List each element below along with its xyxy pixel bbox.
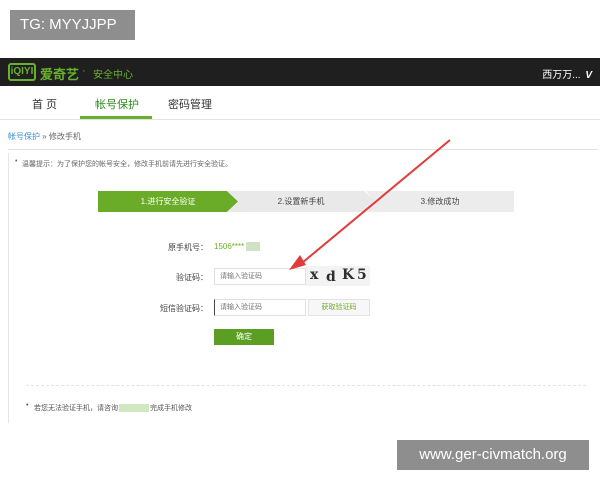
captcha-char-3: K [342, 267, 355, 283]
step-1-active: 1.进行安全验证 [98, 191, 238, 212]
warm-tip: 温馨提示：为了保护您的帐号安全，修改手机前请先进行安全验证。 [15, 158, 232, 169]
phone-mask-blur [246, 242, 261, 252]
iqiyi-logo-icon[interactable]: iQIYI [8, 63, 36, 81]
progress-steps: 3.修改成功 2.设置新手机 1.进行安全验证 [98, 191, 514, 212]
original-phone-value: 1506**** [214, 242, 261, 252]
breadcrumb-separator: » [42, 132, 47, 141]
sms-code-label: 短信验证码： [160, 304, 208, 313]
help-note: 若您无法验证手机，请咨询 完成手机修改 [26, 402, 192, 413]
captcha-char-1: x [310, 267, 319, 283]
nav-item-password-management[interactable]: 密码管理 [168, 96, 212, 112]
watermark-bottom: www.ger-civmatch.org [397, 440, 589, 470]
confirm-button[interactable]: 确定 [214, 329, 274, 345]
main-nav: 首 页 帐号保护 密码管理 [0, 86, 600, 120]
get-sms-code-button[interactable]: 获取验证码 [308, 299, 370, 316]
step-2: 2.设置新手机 [226, 191, 376, 212]
captcha-image[interactable]: x d K 5 [306, 266, 370, 286]
captcha-char-4: 5 [357, 267, 367, 283]
captcha-char-2: d [326, 269, 336, 285]
user-name: 西万万... [542, 70, 581, 81]
step-3: 3.修改成功 [366, 191, 514, 212]
nav-item-account-protection[interactable]: 帐号保护 [95, 96, 139, 112]
brand-name: 爱奇艺 [40, 67, 80, 82]
nav-active-indicator [80, 116, 152, 119]
help-prefix: 若您无法验证手机，请咨询 [34, 405, 118, 412]
watermark-top: TG: MYYJJPP [10, 10, 135, 40]
breadcrumb-divider [8, 149, 598, 150]
vip-icon: V [585, 70, 592, 81]
phone-number: 1506**** [214, 242, 245, 251]
breadcrumb-parent-link[interactable]: 帐号保护 [8, 132, 40, 141]
captcha-input[interactable] [214, 268, 306, 285]
captcha-label: 验证码： [176, 273, 208, 282]
user-menu[interactable]: 西万万... V [542, 66, 592, 81]
sms-code-input[interactable] [214, 299, 306, 316]
nav-item-home[interactable]: 首 页 [32, 96, 57, 112]
customer-service-link[interactable] [119, 404, 149, 413]
top-bar: iQIYI 爱奇艺 · 安全中心 西万万... V [0, 58, 600, 86]
brand-separator: · [82, 65, 86, 77]
dashed-separator [26, 385, 586, 386]
sub-brand: 安全中心 [93, 70, 133, 81]
original-phone-label: 原手机号： [168, 243, 208, 252]
breadcrumb-current: 修改手机 [48, 132, 81, 141]
breadcrumb: 帐号保护 » 修改手机 [8, 131, 81, 142]
help-suffix: 完成手机修改 [150, 405, 192, 412]
